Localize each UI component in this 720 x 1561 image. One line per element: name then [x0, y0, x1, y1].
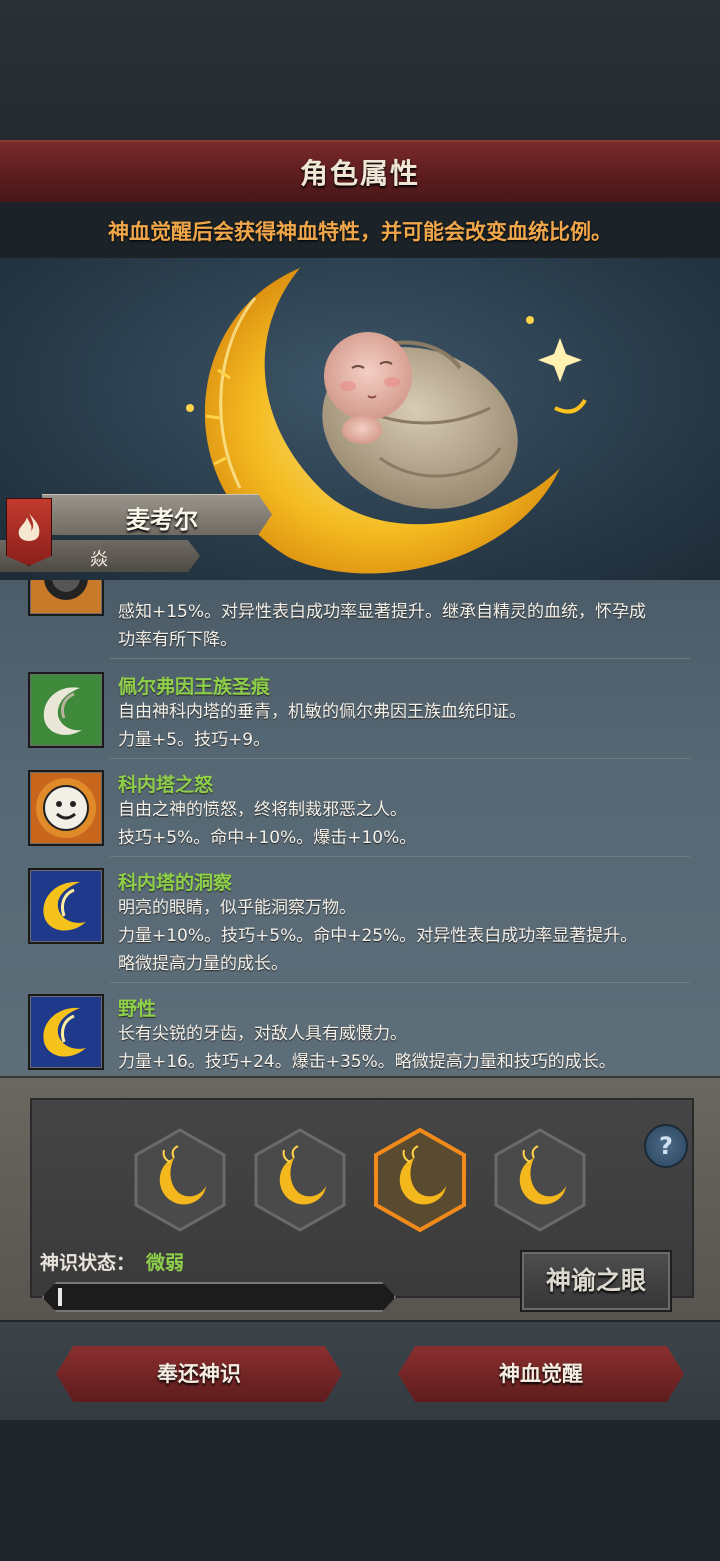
moon-slot-icon	[134, 1128, 226, 1232]
divine-slot-3-selected[interactable]	[374, 1127, 466, 1233]
trait-desc-line: 自由之神的愤怒，终将制裁邪恶之人。	[118, 800, 407, 820]
trait-desc-line: 功率有所下降。	[118, 630, 237, 650]
divider	[110, 658, 690, 659]
oracle-eye-button[interactable]: 神谕之眼	[520, 1250, 672, 1312]
trait-desc-line: 感知+15%。对异性表白成功率显著提升。继承自精灵的血统，怀孕成	[118, 602, 647, 622]
sun-orb-icon	[28, 580, 104, 616]
trait-name: 野性	[118, 998, 157, 1020]
hint-bar: 神血觉醒后会获得神血特性，并可能会改变血统比例。	[0, 202, 720, 259]
status-value: 微弱	[146, 1252, 185, 1274]
trait-name: 科内塔的洞察	[118, 872, 233, 894]
page-title: 角色属性	[299, 157, 420, 190]
trait-name: 科内塔之怒	[118, 774, 214, 796]
status-label: 神识状态：	[40, 1252, 136, 1274]
divider	[110, 856, 690, 857]
moon-slot-icon	[374, 1127, 466, 1233]
trait-desc-line: 技巧+5%。命中+10%。爆击+10%。	[118, 828, 417, 848]
trait-desc-line: 力量+5。技巧+9。	[118, 730, 271, 750]
moon-slot-icon	[254, 1128, 346, 1232]
divine-slot-2[interactable]	[254, 1128, 346, 1232]
divider	[110, 758, 690, 759]
trait-desc-line: 长有尖锐的牙齿，对敌人具有威慑力。	[118, 1024, 407, 1044]
divine-sense-panel: ? 神识状态： 微弱 神谕之眼	[0, 1076, 720, 1322]
divine-sense-inner: ? 神识状态： 微弱 神谕之眼	[30, 1098, 694, 1312]
trait-name: 佩尔弗因王族圣痕	[118, 676, 271, 698]
gold-crescent-icon	[28, 994, 104, 1070]
trait-desc-line: 略微提高力量的成长。	[118, 954, 288, 974]
awakening-hint: 神血觉醒后会获得神血特性，并可能会改变血统比例。	[108, 220, 612, 244]
progress-fill	[58, 1288, 62, 1306]
top-background	[0, 0, 720, 140]
divine-slot-1[interactable]	[134, 1128, 226, 1232]
element-label: 焱	[90, 549, 108, 570]
bottom-background	[0, 1420, 720, 1561]
flame-icon	[6, 498, 52, 566]
title-bar: 角色属性	[0, 140, 720, 204]
divider	[110, 982, 690, 983]
gold-crescent-icon	[28, 868, 104, 944]
divine-sense-progress	[42, 1282, 396, 1312]
moon-slot-icon	[494, 1128, 586, 1232]
return-divine-sense-button[interactable]: 奉还神识	[56, 1346, 342, 1402]
smiling-sun-icon	[28, 770, 104, 846]
divine-slot-4[interactable]	[494, 1128, 586, 1232]
trait-desc-line: 自由神科内塔的垂青，机敏的佩尔弗因王族血统印证。	[118, 702, 526, 722]
character-name: 麦考尔	[126, 506, 198, 534]
trait-desc-line: 明亮的眼睛，似乎能洞察万物。	[118, 898, 356, 918]
help-button[interactable]: ?	[644, 1124, 688, 1168]
trait-desc-line: 力量+16。技巧+24。爆击+35%。略微提高力量和技巧的成长。	[118, 1052, 616, 1072]
blood-awakening-button[interactable]: 神血觉醒	[398, 1346, 684, 1402]
trait-desc-line: 力量+10%。技巧+5%。命中+25%。对异性表白成功率显著提升。	[118, 926, 638, 946]
white-crescent-icon	[28, 672, 104, 748]
action-bar: 奉还神识 神血觉醒	[0, 1320, 720, 1422]
trait-list[interactable]: 感知+15%。对异性表白成功率显著提升。继承自精灵的血统，怀孕成 功率有所下降。…	[0, 580, 720, 1076]
